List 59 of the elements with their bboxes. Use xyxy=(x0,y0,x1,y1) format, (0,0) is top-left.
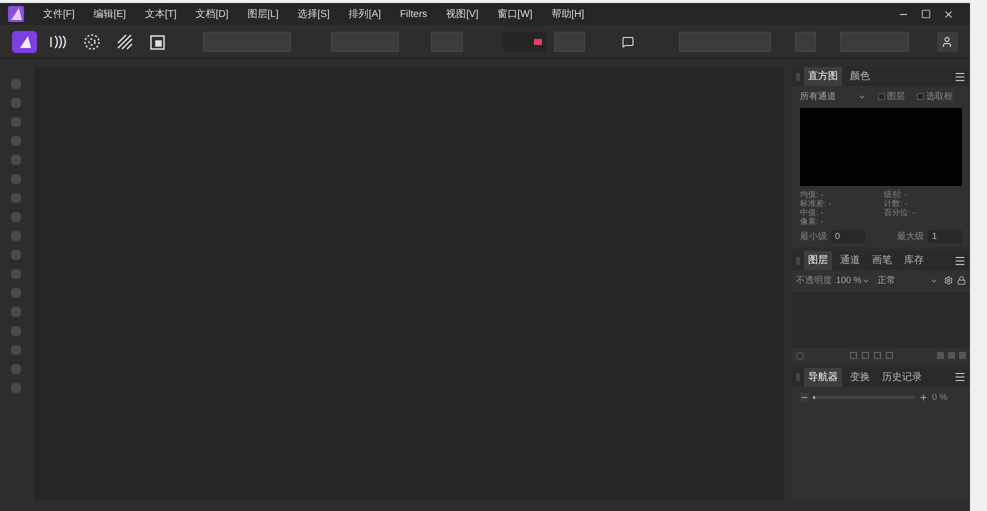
menu-item[interactable]: 排列[A] xyxy=(348,6,381,22)
max-field[interactable]: 1 xyxy=(928,230,962,243)
lock-icon[interactable] xyxy=(957,276,966,286)
menu-item[interactable]: 图层[L] xyxy=(247,6,278,22)
person-icon xyxy=(941,36,954,48)
checkbox[interactable] xyxy=(917,93,924,100)
opacity-dropdown[interactable]: 100 % xyxy=(836,274,870,288)
stat-text: 级别: - xyxy=(884,190,908,198)
panel-tab[interactable]: 颜色 xyxy=(846,67,874,86)
close-icon[interactable] xyxy=(943,8,954,20)
color-swatch-group[interactable] xyxy=(502,32,546,52)
stat-text: 标准差: - xyxy=(800,198,832,208)
panel-tab[interactable]: 画笔 xyxy=(868,251,896,270)
export-grid-icon xyxy=(149,32,168,50)
panel-tab[interactable]: 图层 xyxy=(804,251,832,270)
checkbox-label: 图层 xyxy=(887,90,905,103)
menu-item[interactable]: 文本[T] xyxy=(144,6,177,22)
checkbox[interactable] xyxy=(878,93,885,100)
max-label: 最大级 xyxy=(897,230,924,242)
aperture-icon xyxy=(82,32,101,50)
stat-text: 百分位: - xyxy=(884,208,916,216)
stat-text: 中值: - xyxy=(800,208,824,216)
panel-tab[interactable]: 导航器 xyxy=(804,368,842,386)
opacity-label: 不透明度 xyxy=(796,274,832,287)
channel-dropdown[interactable]: 所有通道 xyxy=(800,90,866,104)
menu-item[interactable]: 视图[V] xyxy=(446,6,478,22)
min-field[interactable]: 0 xyxy=(831,230,865,243)
waves-icon xyxy=(49,34,68,50)
stat-text: 计数: - xyxy=(884,198,908,208)
settings-icon[interactable] xyxy=(944,276,953,286)
maximize-icon[interactable] xyxy=(921,8,931,18)
zoom-in-icon[interactable] xyxy=(919,392,928,402)
app-logo-icon xyxy=(8,6,24,22)
menu-item[interactable]: 编辑[E] xyxy=(94,6,126,22)
panel-tab[interactable]: 库存 xyxy=(900,251,928,270)
panel-tab[interactable]: 直方图 xyxy=(804,67,842,86)
zoom-out-icon[interactable] xyxy=(800,392,809,402)
speech-bubble-icon xyxy=(622,36,634,48)
menu-item[interactable]: 帮助[H] xyxy=(551,6,584,22)
stripes-icon xyxy=(116,32,134,50)
menu-item[interactable]: 选择[S] xyxy=(297,6,330,22)
persona-button[interactable] xyxy=(12,30,38,52)
panel-tab[interactable]: 历史记录 xyxy=(878,368,926,386)
menu-item[interactable]: 文档[D] xyxy=(196,6,228,22)
stat-text: 像素: - xyxy=(800,216,824,226)
menu-icon[interactable] xyxy=(954,371,966,383)
account-button[interactable] xyxy=(936,32,958,52)
zoom-value: 0 % xyxy=(932,390,949,404)
checkbox-label: 选取框 xyxy=(926,90,953,103)
stat-text: 均值: - xyxy=(800,190,824,198)
menu-item[interactable]: Filters xyxy=(400,6,428,22)
menu-item[interactable]: 窗口[W] xyxy=(497,6,532,22)
panel-tab[interactable]: 变换 xyxy=(846,368,874,386)
menu-icon[interactable] xyxy=(954,254,966,266)
blend-mode-dropdown[interactable]: 正常 xyxy=(878,274,938,288)
menu-icon[interactable] xyxy=(954,70,966,82)
min-label: 最小级 xyxy=(800,230,827,242)
panel-tab[interactable]: 通道 xyxy=(836,251,864,270)
menu-item[interactable]: 文件[F] xyxy=(43,6,75,22)
